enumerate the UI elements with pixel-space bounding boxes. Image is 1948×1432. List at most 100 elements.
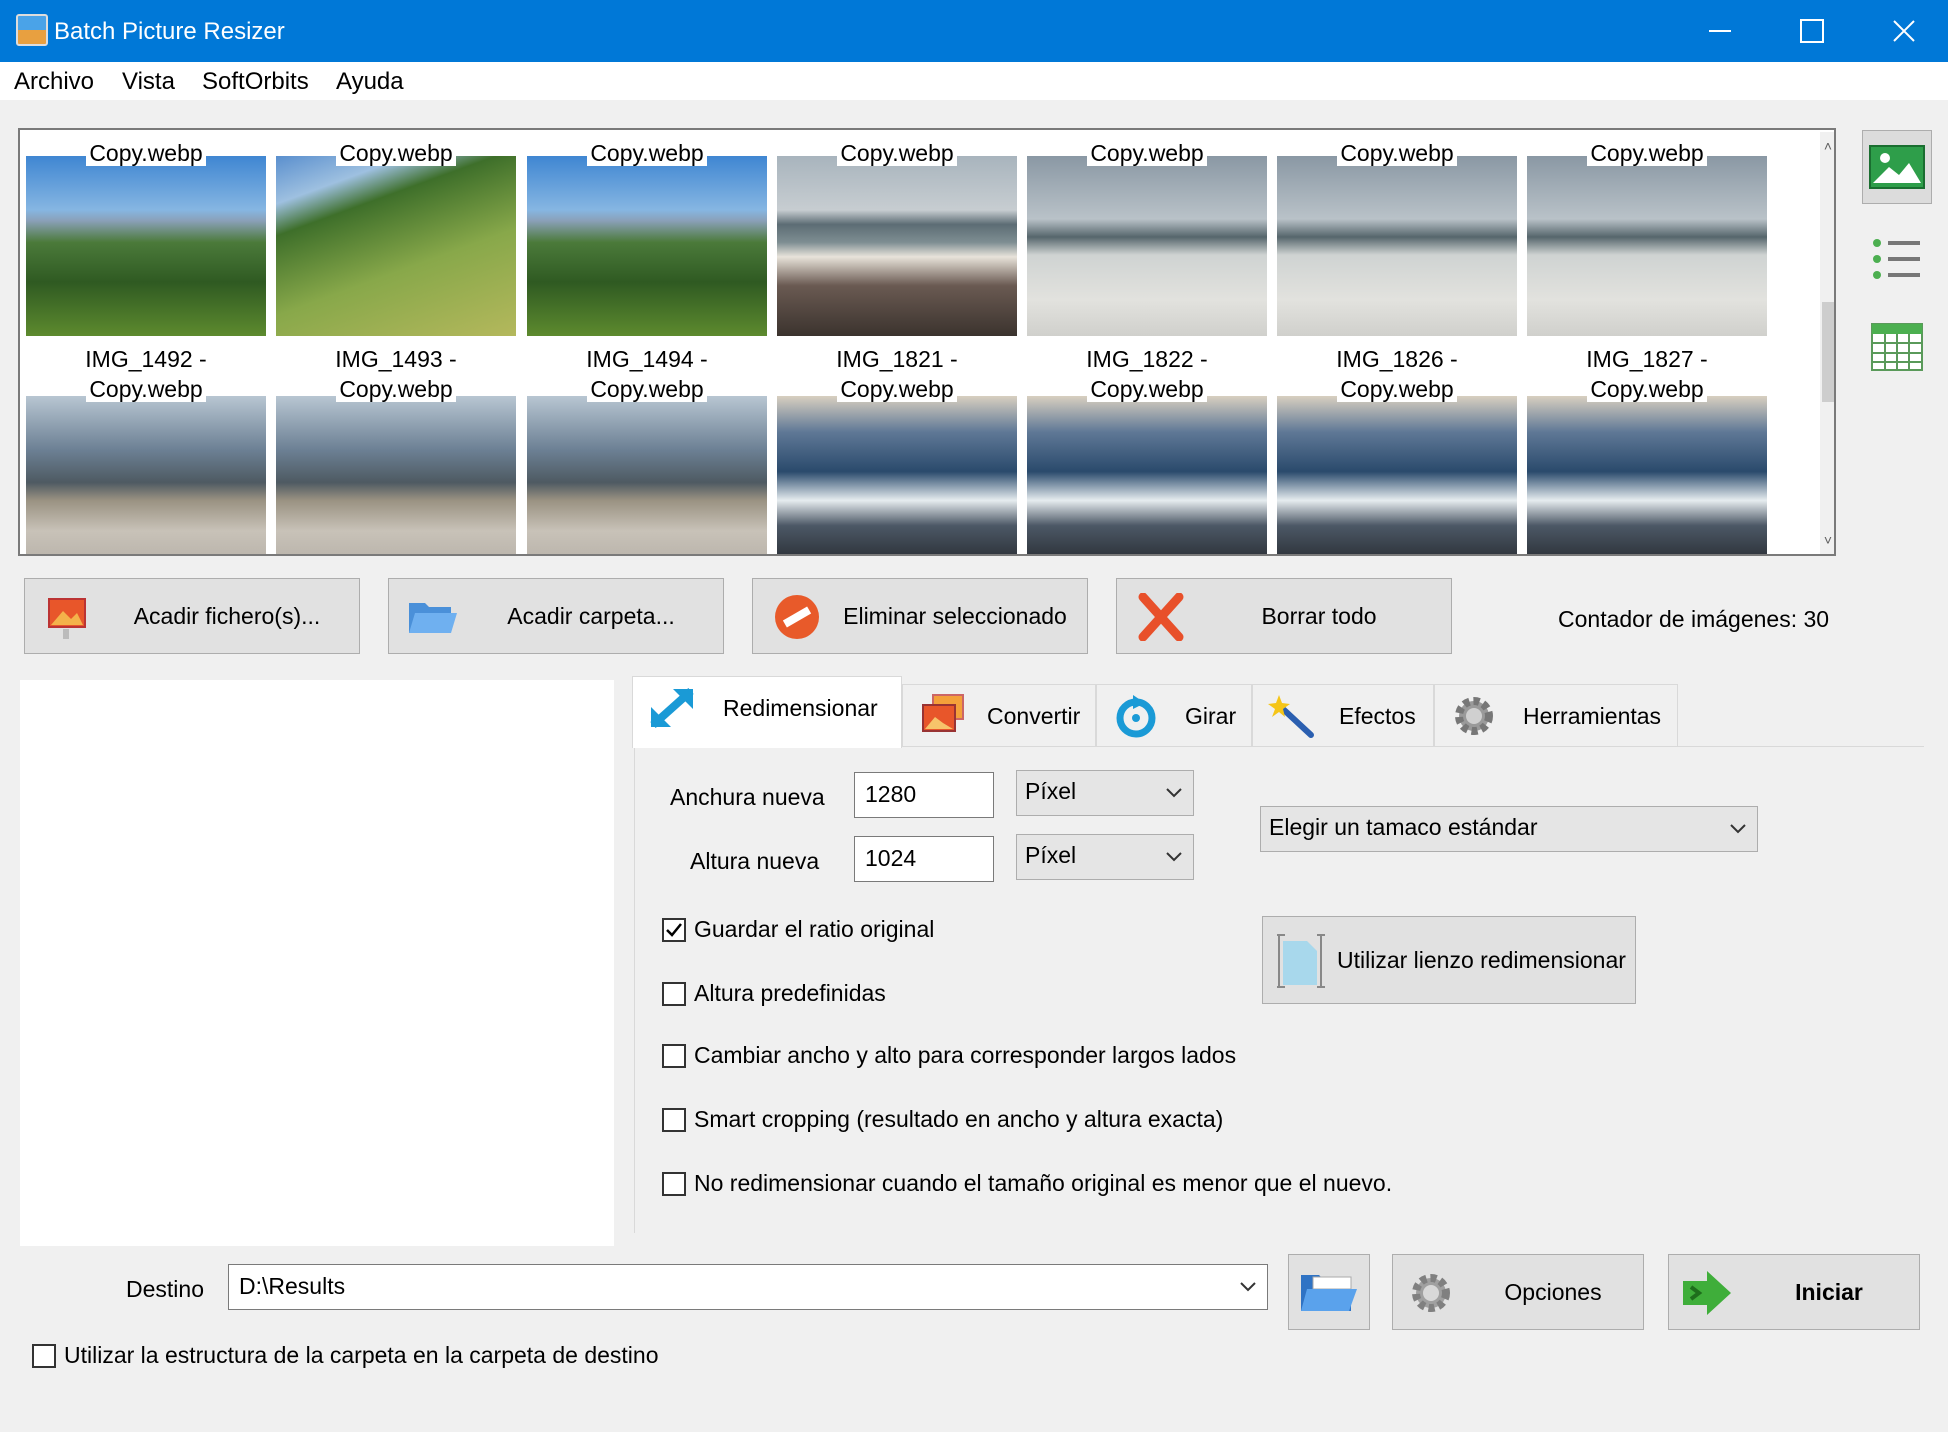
thumbnail-item[interactable]: Copy.webp	[527, 130, 767, 340]
standard-size-select[interactable]: Elegir un tamaco estándar	[1260, 806, 1758, 852]
tab-efectos-label: Efectos	[1339, 703, 1416, 729]
close-button[interactable]	[1858, 0, 1948, 62]
thumbnail-item[interactable]: IMG_1493 - Copy.webp	[276, 344, 516, 554]
thumbnail-label: Copy.webp	[527, 374, 767, 404]
thumbnail-item[interactable]: Copy.webp	[1027, 130, 1267, 340]
checkbox-keep-folder-structure[interactable]: Utilizar la estructura de la carpeta en …	[32, 1342, 659, 1369]
add-files-button[interactable]: Acadir fichero(s)...	[24, 578, 360, 654]
title-bar: Batch Picture Resizer	[0, 0, 1948, 62]
add-files-label: Acadir fichero(s)...	[133, 602, 321, 629]
checkbox-box[interactable]	[662, 981, 686, 1006]
thumbnail-label: Copy.webp	[1527, 138, 1767, 168]
tab-herramientas[interactable]: Herramientas	[1434, 684, 1678, 746]
checkbox-box[interactable]	[662, 1107, 686, 1132]
tab-efectos[interactable]: Efectos	[1252, 684, 1434, 746]
thumbnail-item[interactable]: Copy.webp	[1527, 130, 1767, 340]
checkbox-box[interactable]	[662, 917, 686, 942]
tab-redimensionar[interactable]: Redimensionar	[632, 676, 902, 748]
thumbnail-item[interactable]: IMG_1821 - Copy.webp	[777, 344, 1017, 554]
height-unit-value: Píxel	[1025, 842, 1077, 868]
menu-vista[interactable]: Vista	[122, 68, 175, 96]
checkbox-box[interactable]	[32, 1343, 56, 1368]
thumbnail-item[interactable]: Copy.webp	[1277, 130, 1517, 340]
thumbnail-panel[interactable]: Copy.webp Copy.webp Copy.webp Copy.webp Copy…	[18, 128, 1836, 556]
thumbnail-item[interactable]: IMG_1826 - Copy.webp	[1277, 344, 1517, 554]
canvas-resize-label: Utilizar lienzo redimensionar	[1337, 947, 1626, 973]
menu-ayuda[interactable]: Ayuda	[336, 68, 404, 96]
checkbox-predefined-height[interactable]: Altura predefinidas	[662, 980, 886, 1007]
thumbnail-image	[1027, 156, 1267, 336]
checkbox-no-upscale[interactable]: No redimensionar cuando el tamaño origin…	[662, 1170, 1392, 1197]
height-label: Altura nueva	[690, 848, 820, 874]
thumbnail-item[interactable]: Copy.webp	[276, 130, 516, 340]
height-unit-select[interactable]: Píxel	[1016, 834, 1194, 880]
checkbox-smart-cropping[interactable]: Smart cropping (resultado en ancho y alt…	[662, 1106, 1223, 1133]
scroll-up-icon[interactable]: ˄	[1820, 138, 1834, 154]
add-image-icon	[48, 598, 86, 639]
thumbnail-item[interactable]: IMG_1827 - Copy.webp	[1527, 344, 1767, 554]
chevron-down-icon	[1240, 1282, 1256, 1292]
width-unit-select[interactable]: Píxel	[1016, 770, 1194, 816]
list-view-icon	[1873, 239, 1920, 279]
checkbox-box[interactable]	[662, 1043, 686, 1068]
add-folder-button[interactable]: Acadir carpeta...	[388, 578, 724, 654]
remove-selected-label: Eliminar seleccionado	[843, 602, 1067, 629]
tab-girar[interactable]: Girar	[1096, 684, 1252, 746]
thumbnail-image	[1277, 396, 1517, 554]
thumbnail-item[interactable]: Copy.webp	[26, 130, 266, 340]
thumbnail-label: Copy.webp	[1277, 374, 1517, 404]
thumbnail-filename: IMG_1494 -	[586, 346, 708, 372]
thumbnail-image	[1527, 396, 1767, 554]
gear-icon	[1455, 697, 1493, 735]
menu-bar: Archivo Vista SoftOrbits Ayuda	[0, 62, 1948, 100]
destination-select[interactable]: D:\Results	[228, 1264, 1268, 1310]
width-unit-value: Píxel	[1025, 778, 1077, 804]
table-view-icon	[1871, 323, 1923, 371]
list-view-button[interactable]	[1862, 222, 1932, 296]
browse-folder-button[interactable]	[1288, 1254, 1370, 1330]
chevron-down-icon	[1166, 788, 1182, 798]
thumbnail-filename: IMG_1827 -	[1586, 346, 1708, 372]
app-icon	[16, 14, 48, 46]
menu-softorbits[interactable]: SoftOrbits	[202, 68, 309, 96]
thumbnail-image	[527, 156, 767, 336]
start-label: Iniciar	[1795, 1278, 1863, 1305]
thumbnail-filename: IMG_1822 -	[1086, 346, 1208, 372]
width-input[interactable]: 1280	[854, 772, 994, 818]
canvas-resize-button[interactable]: Utilizar lienzo redimensionar	[1262, 916, 1636, 1004]
remove-selected-button[interactable]: Eliminar seleccionado	[752, 578, 1088, 654]
scroll-down-icon[interactable]: ˅	[1820, 532, 1834, 548]
vertical-scrollbar[interactable]: ˄ ˅	[1820, 132, 1834, 554]
height-input[interactable]: 1024	[854, 836, 994, 882]
table-view-button[interactable]	[1862, 310, 1932, 384]
checkbox-swap-sides[interactable]: Cambiar ancho y alto para corresponder l…	[662, 1042, 1236, 1069]
checkbox-label: Guardar el ratio original	[694, 916, 935, 942]
maximize-button[interactable]	[1766, 0, 1858, 62]
start-button[interactable]: Iniciar	[1668, 1254, 1920, 1330]
thumbnail-item[interactable]: Copy.webp	[777, 130, 1017, 340]
convert-icon	[922, 694, 964, 732]
thumbnail-item[interactable]: IMG_1494 - Copy.webp	[527, 344, 767, 554]
thumbnail-image	[276, 156, 516, 336]
checkbox-keep-ratio[interactable]: Guardar el ratio original	[662, 916, 934, 943]
clear-all-button[interactable]: Borrar todo	[1116, 578, 1452, 654]
checkbox-label: Cambiar ancho y alto para corresponder l…	[694, 1042, 1237, 1068]
tab-redimensionar-label: Redimensionar	[723, 695, 878, 721]
tab-convertir[interactable]: Convertir	[902, 684, 1096, 746]
checkmark-icon	[666, 922, 682, 937]
folder-open-icon	[1301, 1275, 1357, 1311]
thumbnail-view-button[interactable]	[1862, 130, 1932, 204]
checkbox-label: Altura predefinidas	[694, 980, 886, 1006]
checkbox-box[interactable]	[662, 1171, 686, 1196]
scrollbar-thumb[interactable]	[1822, 302, 1834, 402]
thumbnail-filename: IMG_1493 -	[335, 346, 457, 372]
options-button[interactable]: Opciones	[1392, 1254, 1644, 1330]
thumbnail-item[interactable]: IMG_1492 - Copy.webp	[26, 344, 266, 554]
width-label: Anchura nueva	[670, 784, 825, 810]
thumbnail-image	[1277, 156, 1517, 336]
thumbnail-item[interactable]: IMG_1822 - Copy.webp	[1027, 344, 1267, 554]
thumbnail-filename: IMG_1492 -	[85, 346, 207, 372]
minimize-button[interactable]	[1674, 0, 1766, 62]
menu-archivo[interactable]: Archivo	[14, 68, 94, 96]
preview-area	[20, 680, 614, 1246]
